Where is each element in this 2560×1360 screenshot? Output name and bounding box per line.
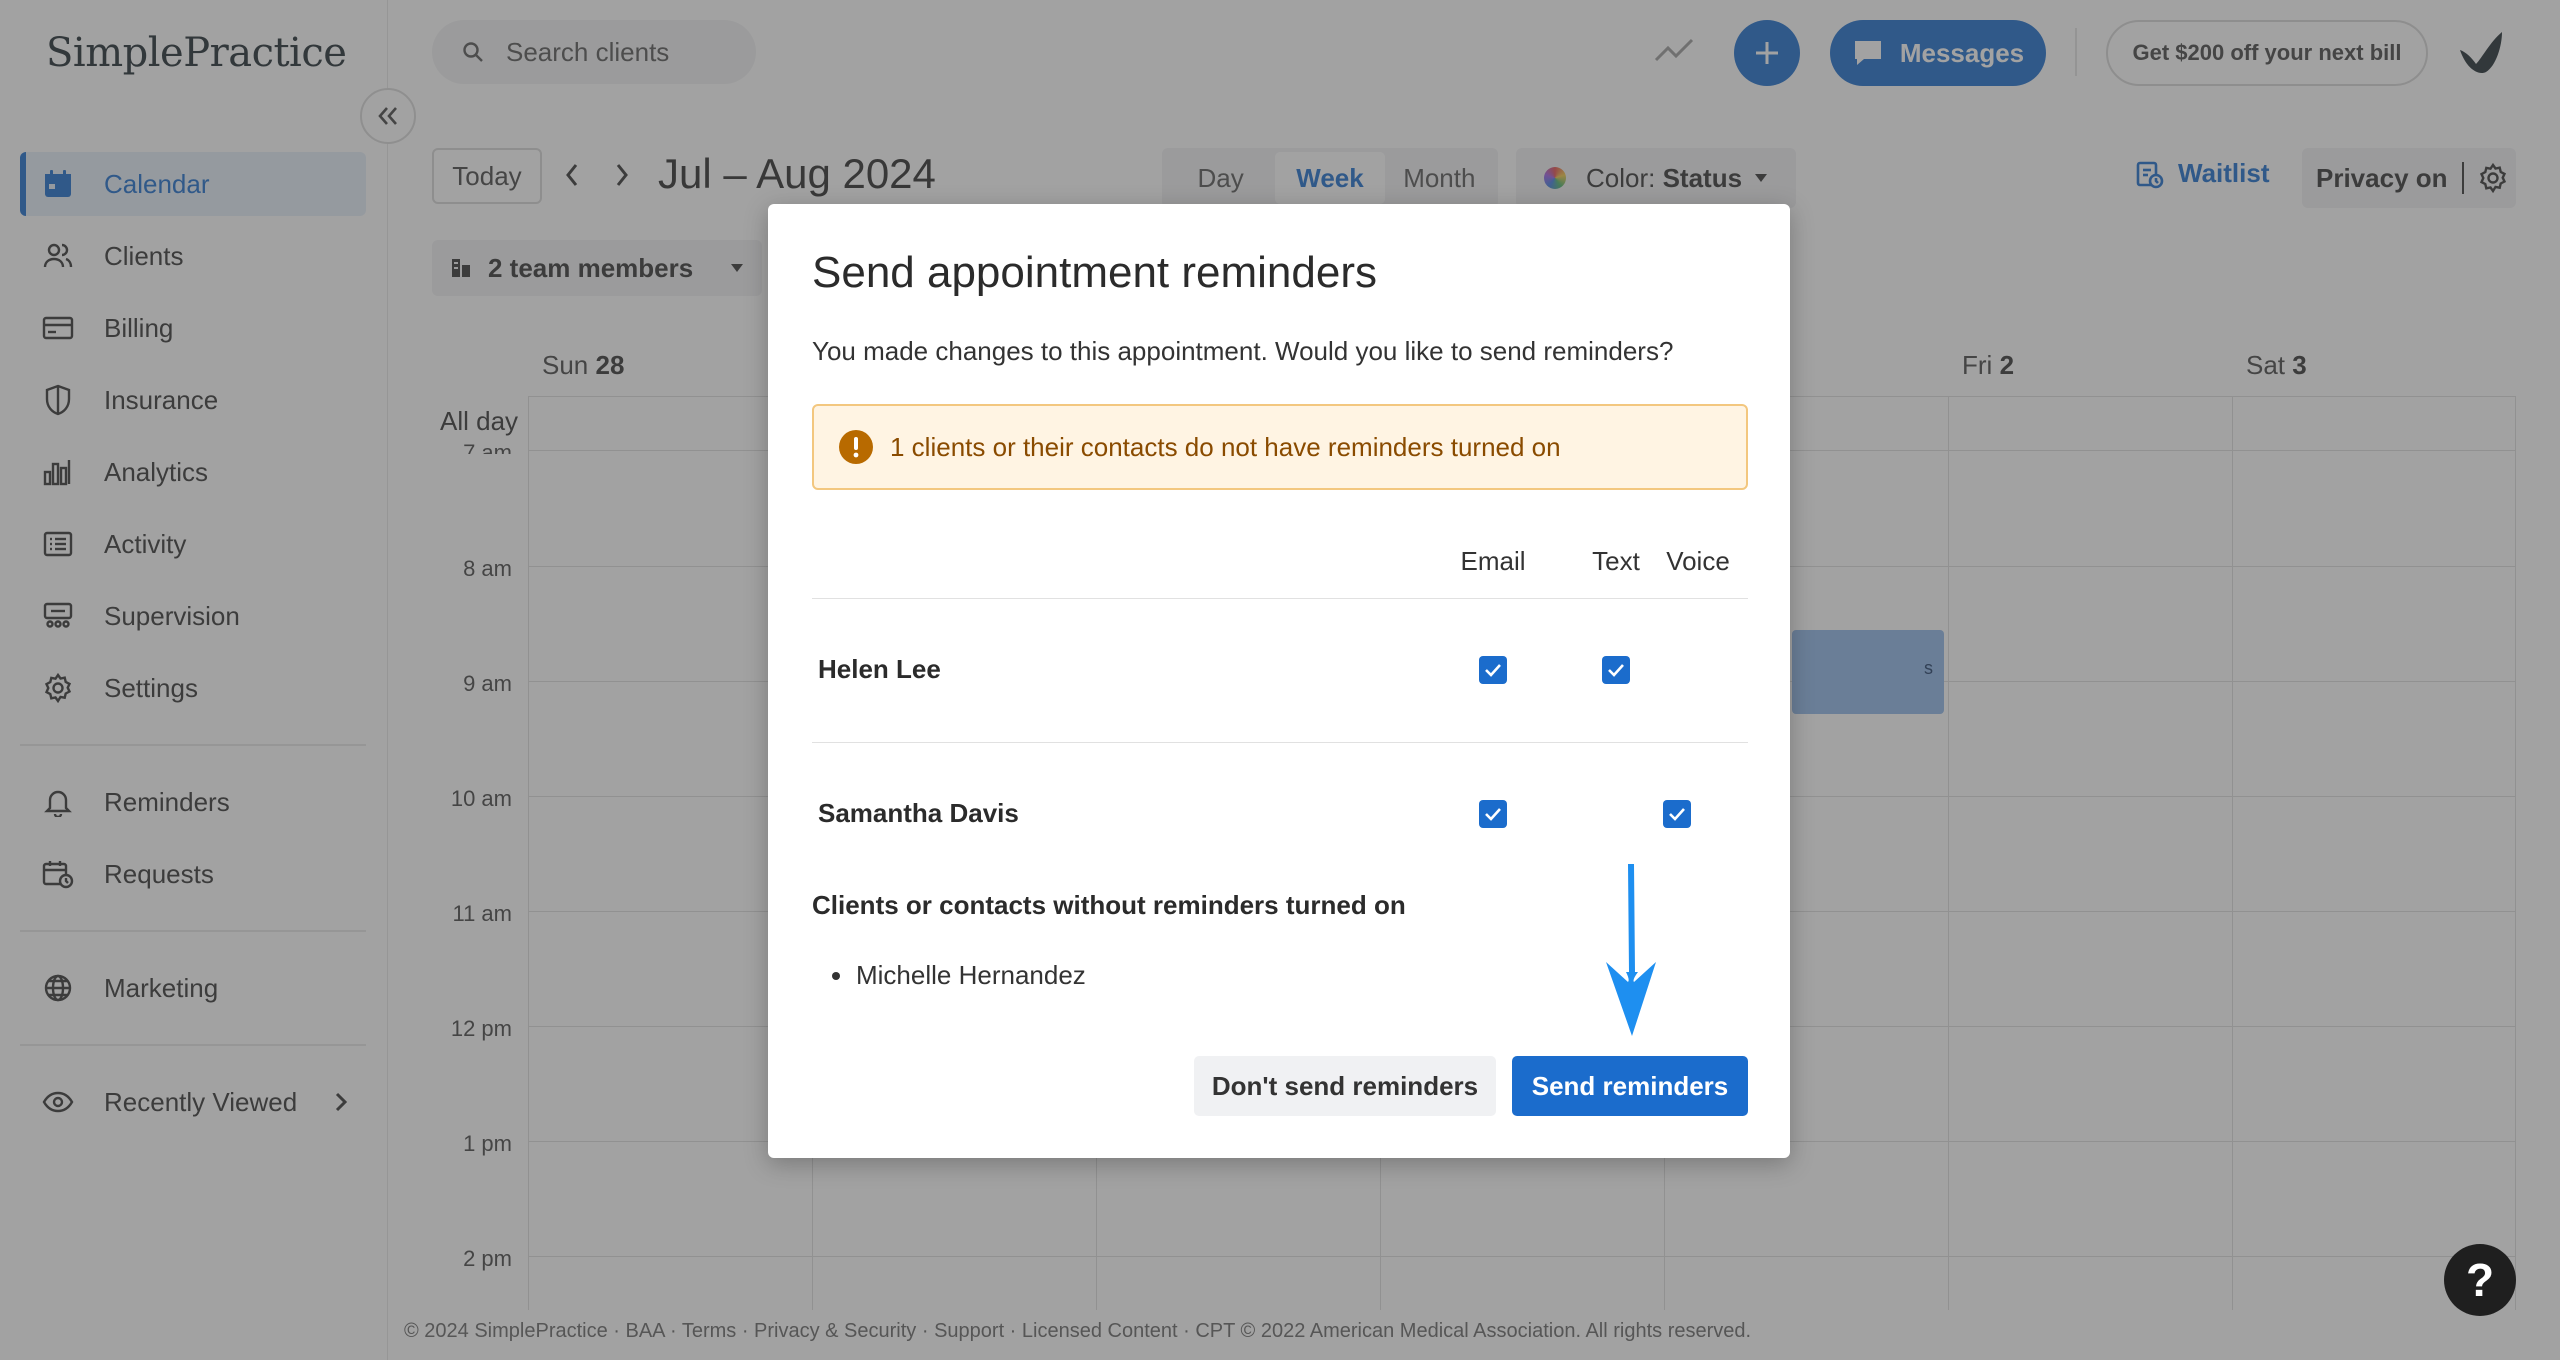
dont-send-reminders-button[interactable]: Don't send reminders [1194,1056,1496,1116]
send-reminders-button[interactable]: Send reminders [1512,1056,1748,1116]
help-button[interactable]: ? [2444,1244,2516,1316]
text-checkbox[interactable] [1602,656,1630,684]
annotation-arrow-icon [1592,862,1672,1038]
client-name: Samantha Davis [818,798,1019,828]
checkmark-icon [1484,663,1502,677]
checkmark-icon [1668,807,1686,821]
table-divider [812,598,1748,599]
email-checkbox[interactable] [1479,800,1507,828]
table-divider [812,742,1748,743]
column-email: Email [1460,546,1526,576]
warning-banner: 1 clients or their contacts do not have … [812,404,1748,490]
email-checkbox[interactable] [1479,656,1507,684]
checkmark-icon [1484,807,1502,821]
client-name: Helen Lee [818,654,941,684]
no-reminders-heading: Clients or contacts without reminders tu… [812,890,1406,920]
dialog-subtitle: You made changes to this appointment. Wo… [812,336,1674,366]
column-voice: Voice [1666,546,1730,576]
bullet [832,971,840,980]
warning-icon [838,429,874,465]
dialog-title: Send appointment reminders [812,248,1377,297]
voice-checkbox[interactable] [1663,800,1691,828]
list-item: Michelle Hernandez [832,960,1086,991]
checkmark-icon [1607,663,1625,677]
warning-text: 1 clients or their contacts do not have … [890,431,1561,462]
